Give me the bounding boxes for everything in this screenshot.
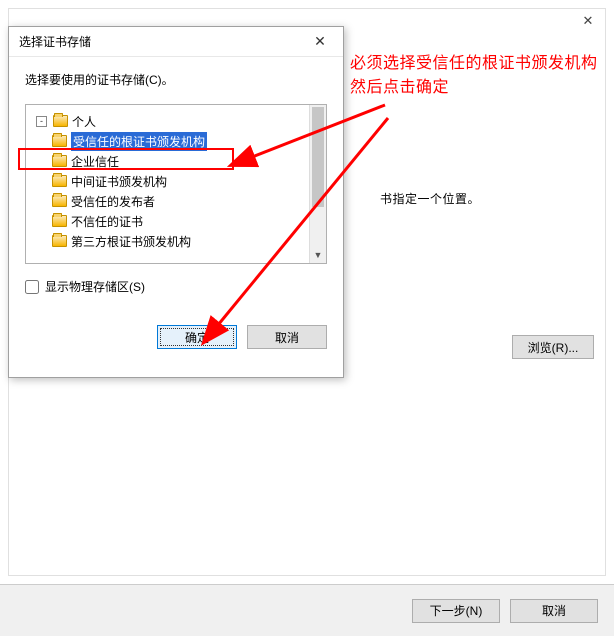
folder-icon — [52, 235, 67, 247]
browse-button[interactable]: 浏览(R)... — [512, 335, 594, 359]
dialog-close-button[interactable]: ✕ — [305, 31, 335, 53]
tree-item[interactable]: 不信任的证书 — [36, 211, 326, 231]
tree-item-label: 不信任的证书 — [71, 213, 143, 230]
tree-item[interactable]: 第三方根证书颁发机构 — [36, 231, 326, 251]
dialog-title: 选择证书存储 — [19, 33, 91, 50]
tree-item-label: 第三方根证书颁发机构 — [71, 233, 191, 250]
dialog-cancel-button[interactable]: 取消 — [247, 325, 327, 349]
ok-button[interactable]: 确定 — [157, 325, 237, 349]
dialog-cancel-button-label: 取消 — [275, 329, 299, 346]
tree-item-label: 个人 — [72, 113, 96, 130]
dialog-body: 选择要使用的证书存储(C)。 - 个人 受信任的根证书颁发机构 企业信任 — [9, 57, 343, 307]
show-physical-stores-checkbox[interactable]: 显示物理存储区(S) — [25, 278, 327, 295]
next-button-label: 下一步(N) — [430, 602, 483, 619]
scroll-thumb[interactable] — [312, 107, 324, 207]
tree-item-label: 受信任的根证书颁发机构 — [71, 132, 207, 151]
annotation-text: 必须选择受信任的根证书颁发机构 然后点击确定 — [350, 52, 598, 100]
tree-scrollbar[interactable]: ▲ ▼ — [309, 105, 326, 263]
folder-icon — [52, 195, 67, 207]
tree-item[interactable]: 企业信任 — [36, 151, 326, 171]
show-physical-stores-input[interactable] — [25, 280, 39, 294]
browse-button-label: 浏览(R)... — [528, 339, 579, 356]
folder-icon — [52, 215, 67, 227]
cert-store-tree[interactable]: - 个人 受信任的根证书颁发机构 企业信任 中间证书颁发机构 — [25, 104, 327, 264]
wizard-close-button[interactable]: ✕ — [576, 12, 600, 30]
tree-item-trusted-root[interactable]: 受信任的根证书颁发机构 — [36, 131, 326, 151]
annotation-line-2: 然后点击确定 — [350, 76, 598, 100]
ok-button-label: 确定 — [185, 329, 209, 346]
wizard-cancel-button[interactable]: 取消 — [510, 599, 598, 623]
annotation-line-1: 必须选择受信任的根证书颁发机构 — [350, 52, 598, 76]
dialog-titlebar[interactable]: 选择证书存储 ✕ — [9, 27, 343, 57]
wizard-cancel-button-label: 取消 — [542, 602, 566, 619]
folder-icon — [52, 175, 67, 187]
next-button[interactable]: 下一步(N) — [412, 599, 500, 623]
wizard-footer: 下一步(N) 取消 — [0, 584, 614, 636]
tree-item-label: 企业信任 — [71, 153, 119, 170]
wizard-instruction-text: 书指定一个位置。 — [380, 190, 480, 207]
folder-icon — [52, 135, 67, 147]
dialog-button-row: 确定 取消 — [9, 307, 343, 363]
tree-root-item[interactable]: - 个人 — [36, 111, 326, 131]
expand-toggle-icon[interactable]: - — [36, 116, 47, 127]
tree-item-label: 中间证书颁发机构 — [71, 173, 167, 190]
tree-item[interactable]: 中间证书颁发机构 — [36, 171, 326, 191]
folder-icon — [52, 155, 67, 167]
show-physical-stores-label: 显示物理存储区(S) — [45, 278, 145, 295]
tree-item-label: 受信任的发布者 — [71, 193, 155, 210]
dialog-caption: 选择要使用的证书存储(C)。 — [25, 71, 327, 88]
scroll-down-icon[interactable]: ▼ — [310, 246, 326, 263]
select-cert-store-dialog: 选择证书存储 ✕ 选择要使用的证书存储(C)。 - 个人 受信任的根证书颁发机构… — [8, 26, 344, 378]
folder-icon — [53, 115, 68, 127]
tree-item[interactable]: 受信任的发布者 — [36, 191, 326, 211]
